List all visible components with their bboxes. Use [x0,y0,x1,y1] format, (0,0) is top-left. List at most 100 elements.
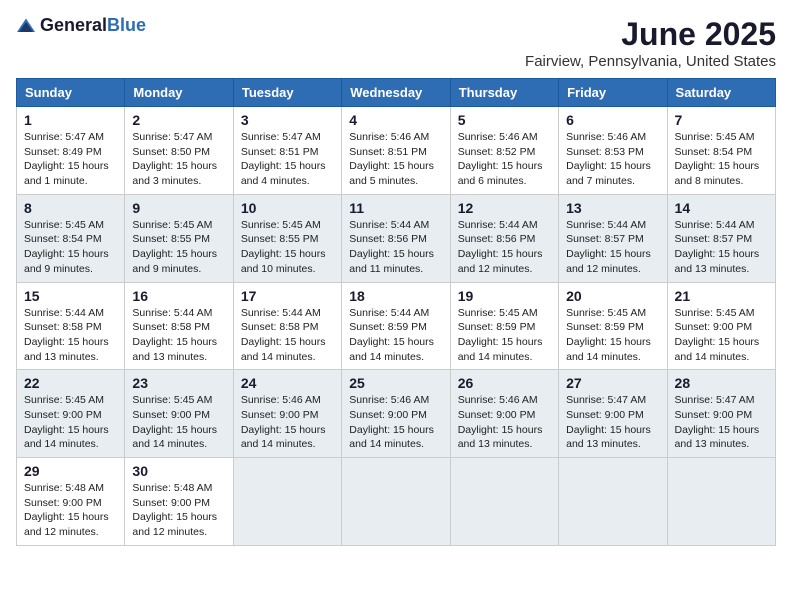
logo-general-text: GeneralBlue [40,16,146,36]
calendar-cell [233,458,341,546]
calendar-cell: 27 Sunrise: 5:47 AMSunset: 9:00 PMDayligh… [559,370,667,458]
col-friday: Friday [559,79,667,107]
day-number: 21 [675,288,768,304]
calendar-cell: 25Sunrise: 5:46 AMSunset: 9:00 PMDayligh… [342,370,450,458]
day-info: Sunrise: 5:45 AMSunset: 8:59 PMDaylight:… [566,306,659,365]
day-info: Sunrise: 5:46 AMSunset: 9:00 PMDaylight:… [241,393,334,452]
location-title: Fairview, Pennsylvania, United States [525,53,776,70]
day-number: 26 [458,375,551,391]
day-info: Sunrise: 5:44 AMSunset: 8:56 PMDaylight:… [458,218,551,277]
day-info: Sunrise: 5:46 AMSunset: 8:51 PMDaylight:… [349,130,442,189]
calendar-header-row: Sunday Monday Tuesday Wednesday Thursday… [17,79,776,107]
day-number: 23 [132,375,225,391]
day-number: 30 [132,463,225,479]
calendar-cell: 19 Sunrise: 5:45 AMSunset: 8:59 PMDayligh… [450,282,558,370]
col-saturday: Saturday [667,79,775,107]
calendar-cell: 21 Sunrise: 5:45 AMSunset: 9:00 PMDayligh… [667,282,775,370]
day-number: 4 [349,112,442,128]
day-info: Sunrise: 5:47 AMSunset: 8:50 PMDaylight:… [132,130,225,189]
day-number: 16 [132,288,225,304]
day-info: Sunrise: 5:44 AMSunset: 8:58 PMDaylight:… [132,306,225,365]
col-sunday: Sunday [17,79,125,107]
day-number: 22 [24,375,117,391]
day-number: 20 [566,288,659,304]
col-monday: Monday [125,79,233,107]
day-number: 17 [241,288,334,304]
day-number: 28 [675,375,768,391]
calendar-cell: 1Sunrise: 5:47 AMSunset: 8:49 PMDaylight… [17,107,125,195]
calendar-cell: 9 Sunrise: 5:45 AMSunset: 8:55 PMDaylight… [125,194,233,282]
calendar-cell: 30 Sunrise: 5:48 AMSunset: 9:00 PMDayligh… [125,458,233,546]
calendar-cell [667,458,775,546]
day-info: Sunrise: 5:44 AMSunset: 8:57 PMDaylight:… [566,218,659,277]
calendar-cell: 13Sunrise: 5:44 AMSunset: 8:57 PMDayligh… [559,194,667,282]
day-info: Sunrise: 5:46 AMSunset: 8:53 PMDaylight:… [566,130,659,189]
day-number: 24 [241,375,334,391]
calendar-cell: 11 Sunrise: 5:44 AMSunset: 8:56 PMDayligh… [342,194,450,282]
calendar-week-row: 15 Sunrise: 5:44 AMSunset: 8:58 PMDayligh… [17,282,776,370]
calendar-cell: 14 Sunrise: 5:44 AMSunset: 8:57 PMDayligh… [667,194,775,282]
day-number: 10 [241,200,334,216]
calendar-cell: 24 Sunrise: 5:46 AMSunset: 9:00 PMDayligh… [233,370,341,458]
day-number: 12 [458,200,551,216]
day-info: Sunrise: 5:44 AMSunset: 8:57 PMDaylight:… [675,218,768,277]
day-number: 29 [24,463,117,479]
day-number: 19 [458,288,551,304]
day-info: Sunrise: 5:47 AMSunset: 8:51 PMDaylight:… [241,130,334,189]
day-number: 14 [675,200,768,216]
day-number: 2 [132,112,225,128]
day-info: Sunrise: 5:47 AMSunset: 9:00 PMDaylight:… [675,393,768,452]
day-number: 15 [24,288,117,304]
calendar-cell: 4 Sunrise: 5:46 AMSunset: 8:51 PMDaylight… [342,107,450,195]
logo: GeneralBlue [16,16,146,36]
calendar-cell [342,458,450,546]
col-tuesday: Tuesday [233,79,341,107]
calendar-cell [559,458,667,546]
day-number: 11 [349,200,442,216]
calendar-cell: 3 Sunrise: 5:47 AMSunset: 8:51 PMDaylight… [233,107,341,195]
header: GeneralBlue June 2025 Fairview, Pennsylv… [16,16,776,70]
day-number: 7 [675,112,768,128]
calendar-cell: 16 Sunrise: 5:44 AMSunset: 8:58 PMDayligh… [125,282,233,370]
calendar-cell: 7 Sunrise: 5:45 AMSunset: 8:54 PMDaylight… [667,107,775,195]
col-thursday: Thursday [450,79,558,107]
day-info: Sunrise: 5:48 AMSunset: 9:00 PMDaylight:… [132,481,225,540]
day-info: Sunrise: 5:47 AMSunset: 9:00 PMDaylight:… [566,393,659,452]
calendar-cell: 20 Sunrise: 5:45 AMSunset: 8:59 PMDayligh… [559,282,667,370]
day-number: 6 [566,112,659,128]
calendar-cell: 26Sunrise: 5:46 AMSunset: 9:00 PMDayligh… [450,370,558,458]
calendar-cell [450,458,558,546]
calendar-week-row: 22 Sunrise: 5:45 AMSunset: 9:00 PMDayligh… [17,370,776,458]
day-info: Sunrise: 5:45 AMSunset: 8:55 PMDaylight:… [132,218,225,277]
day-number: 9 [132,200,225,216]
calendar-week-row: 29 Sunrise: 5:48 AMSunset: 9:00 PMDayligh… [17,458,776,546]
day-info: Sunrise: 5:45 AMSunset: 8:59 PMDaylight:… [458,306,551,365]
title-area: June 2025 Fairview, Pennsylvania, United… [525,16,776,70]
calendar-cell: 22 Sunrise: 5:45 AMSunset: 9:00 PMDayligh… [17,370,125,458]
calendar-cell: 6 Sunrise: 5:46 AMSunset: 8:53 PMDaylight… [559,107,667,195]
calendar-cell: 10 Sunrise: 5:45 AMSunset: 8:55 PMDayligh… [233,194,341,282]
day-info: Sunrise: 5:44 AMSunset: 8:56 PMDaylight:… [349,218,442,277]
calendar-cell: 29Sunrise: 5:48 AMSunset: 9:00 PMDayligh… [17,458,125,546]
calendar-cell: 15Sunrise: 5:44 AMSunset: 8:58 PMDayligh… [17,282,125,370]
day-info: Sunrise: 5:44 AMSunset: 8:58 PMDaylight:… [241,306,334,365]
day-info: Sunrise: 5:45 AMSunset: 9:00 PMDaylight:… [24,393,117,452]
day-number: 1 [24,112,117,128]
calendar-cell: 23Sunrise: 5:45 AMSunset: 9:00 PMDayligh… [125,370,233,458]
day-number: 3 [241,112,334,128]
calendar-cell: 28 Sunrise: 5:47 AMSunset: 9:00 PMDayligh… [667,370,775,458]
day-number: 25 [349,375,442,391]
calendar-cell: 12 Sunrise: 5:44 AMSunset: 8:56 PMDayligh… [450,194,558,282]
logo-icon [16,16,36,36]
calendar-week-row: 1Sunrise: 5:47 AMSunset: 8:49 PMDaylight… [17,107,776,195]
calendar-cell: 8Sunrise: 5:45 AMSunset: 8:54 PMDaylight… [17,194,125,282]
day-info: Sunrise: 5:45 AMSunset: 8:55 PMDaylight:… [241,218,334,277]
day-info: Sunrise: 5:45 AMSunset: 8:54 PMDaylight:… [24,218,117,277]
calendar-cell: 5Sunrise: 5:46 AMSunset: 8:52 PMDaylight… [450,107,558,195]
day-info: Sunrise: 5:46 AMSunset: 8:52 PMDaylight:… [458,130,551,189]
calendar-week-row: 8Sunrise: 5:45 AMSunset: 8:54 PMDaylight… [17,194,776,282]
day-info: Sunrise: 5:45 AMSunset: 8:54 PMDaylight:… [675,130,768,189]
day-number: 27 [566,375,659,391]
col-wednesday: Wednesday [342,79,450,107]
day-info: Sunrise: 5:45 AMSunset: 9:00 PMDaylight:… [675,306,768,365]
